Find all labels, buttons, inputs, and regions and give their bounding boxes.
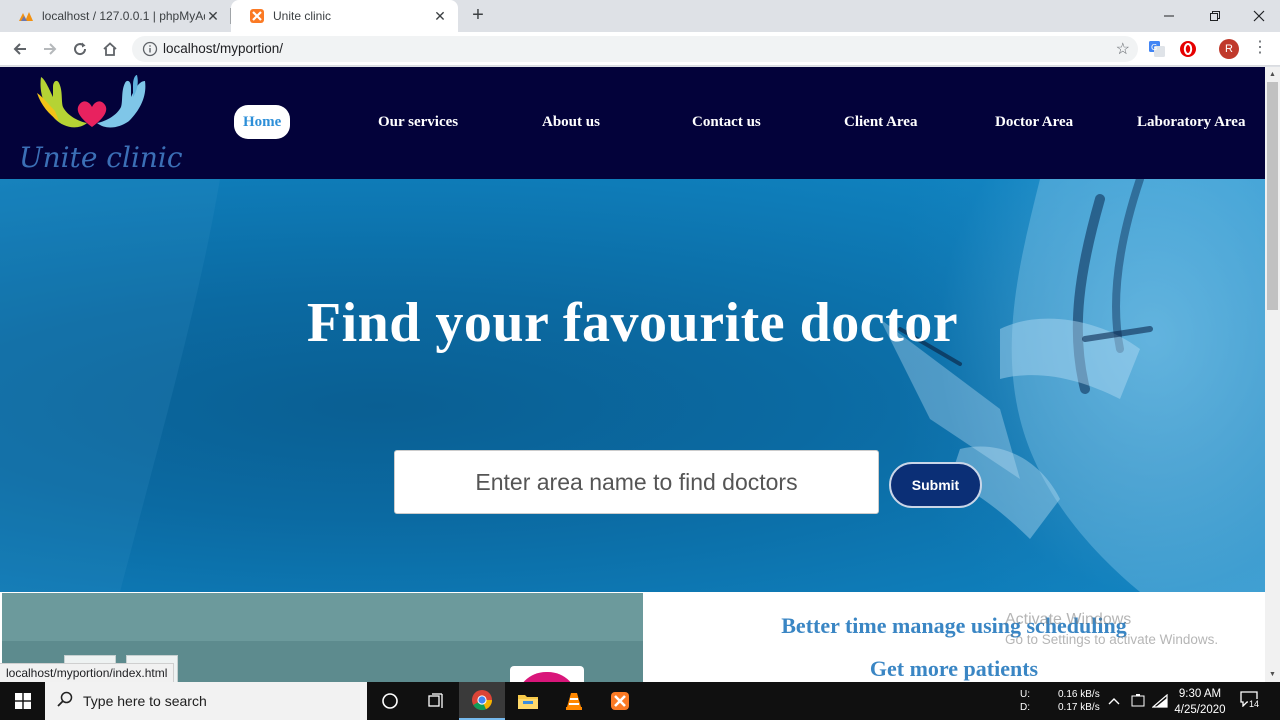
cortana-icon[interactable]	[367, 682, 413, 720]
notification-count: 14	[1248, 699, 1261, 709]
net-upload-speed: 0.16 kB/s	[1058, 689, 1100, 700]
close-icon[interactable]: ✕	[432, 8, 448, 25]
nav-our-services[interactable]: Our services	[378, 105, 458, 139]
taskbar-search-box[interactable]: Type here to search	[45, 682, 367, 720]
minimize-icon[interactable]	[1146, 0, 1192, 32]
nav-client-area[interactable]: Client Area	[844, 105, 917, 139]
back-arrow-icon[interactable]	[8, 37, 32, 61]
window-close-icon[interactable]	[1236, 0, 1280, 32]
windows-start-icon[interactable]	[0, 682, 45, 720]
page-scrollbar[interactable]: ▲ ▼	[1265, 67, 1280, 682]
xampp-icon	[249, 8, 265, 24]
tab-unite-clinic[interactable]: Unite clinic ✕	[231, 0, 458, 32]
nav-about-us[interactable]: About us	[542, 105, 600, 139]
search-icon	[57, 691, 73, 712]
submit-button[interactable]: Submit	[889, 462, 982, 508]
page-viewport: Unite clinic Home Our services About us …	[0, 67, 1265, 682]
net-download-speed: 0.17 kB/s	[1058, 702, 1100, 713]
watermark-subtitle: Go to Settings to activate Windows.	[1005, 632, 1219, 647]
vlc-icon[interactable]	[551, 682, 597, 720]
home-icon[interactable]	[98, 37, 122, 61]
activate-windows-watermark: Activate Windows Go to Settings to activ…	[1005, 611, 1218, 647]
clock-time: 9:30 AM	[1178, 688, 1222, 700]
net-label-down: D:	[1020, 702, 1030, 713]
chrome-taskbar-icon[interactable]	[459, 682, 505, 720]
nav-contact-us[interactable]: Contact us	[692, 105, 761, 139]
scroll-up-icon[interactable]: ▲	[1265, 67, 1280, 82]
taskbar-search-placeholder: Type here to search	[83, 693, 207, 709]
xampp-taskbar-icon[interactable]	[597, 682, 643, 720]
forward-arrow-icon[interactable]	[38, 37, 62, 61]
google-translate-icon[interactable]: G	[1148, 40, 1166, 58]
hero-section: Find your favourite doctor Submit	[0, 179, 1265, 592]
close-icon[interactable]: ✕	[205, 8, 221, 25]
hands-heart-icon	[37, 75, 146, 128]
chevron-up-icon[interactable]	[1103, 682, 1125, 720]
clock-date: 4/25/2020	[1174, 704, 1226, 716]
notification-center-icon[interactable]: 14	[1240, 691, 1261, 711]
hero-title: Find your favourite doctor	[306, 292, 959, 354]
task-view-icon[interactable]	[413, 682, 459, 720]
browser-toolbar: localhost/myportion/ ☆ G R ⋮	[0, 32, 1280, 66]
clinic-logo[interactable]: Unite clinic	[15, 71, 183, 175]
tab-title: Unite clinic	[273, 9, 332, 23]
profile-avatar[interactable]: R	[1219, 39, 1239, 59]
battery-icon[interactable]	[1127, 682, 1149, 720]
address-bar[interactable]: localhost/myportion/ ☆	[132, 36, 1138, 62]
url-text[interactable]: localhost/myportion/	[163, 41, 283, 56]
windows-taskbar: Type here to search U: D: 0.16 kB/s 0.17…	[0, 682, 1280, 720]
phpmyadmin-icon	[18, 8, 34, 24]
restore-icon[interactable]	[1192, 0, 1238, 32]
taskbar-clock[interactable]: 9:30 AM 4/25/2020	[1168, 686, 1232, 718]
site-header: Unite clinic Home Our services About us …	[0, 67, 1265, 179]
more-menu-icon[interactable]: ⋮	[1250, 37, 1270, 57]
feature-heading: Get more patients	[869, 656, 1039, 681]
scroll-down-icon[interactable]: ▼	[1265, 667, 1280, 682]
bookmark-star-icon[interactable]: ☆	[1116, 39, 1130, 59]
feature-image-heart	[510, 666, 584, 682]
file-explorer-icon[interactable]	[505, 682, 551, 720]
adblock-icon[interactable]	[1179, 40, 1197, 58]
logo-text: Unite clinic	[19, 141, 183, 174]
reload-icon[interactable]	[68, 37, 92, 61]
link-status-bubble: localhost/myportion/index.html	[0, 663, 175, 683]
svg-text:G: G	[1151, 43, 1157, 52]
browser-tab-strip: localhost / 127.0.0.1 | phpMyAdmin ✕ Uni…	[0, 0, 1280, 32]
tab-title: localhost / 127.0.0.1 | phpMyAdmin	[42, 9, 205, 23]
watermark-title: Activate Windows	[1005, 611, 1132, 628]
nav-home[interactable]: Home	[234, 105, 291, 139]
scrollbar-thumb[interactable]	[1267, 82, 1278, 310]
nav-laboratory-area[interactable]: Laboratory Area	[1137, 105, 1245, 139]
new-tab-button[interactable]: +	[466, 4, 490, 28]
info-icon[interactable]	[142, 41, 158, 57]
doctor-photo-illustration	[0, 179, 1265, 592]
nav-doctor-area[interactable]: Doctor Area	[995, 105, 1073, 139]
tab-phpmyadmin[interactable]: localhost / 127.0.0.1 | phpMyAdmin ✕	[0, 0, 231, 32]
net-label-up: U:	[1020, 689, 1030, 700]
area-search-input[interactable]	[394, 450, 879, 514]
